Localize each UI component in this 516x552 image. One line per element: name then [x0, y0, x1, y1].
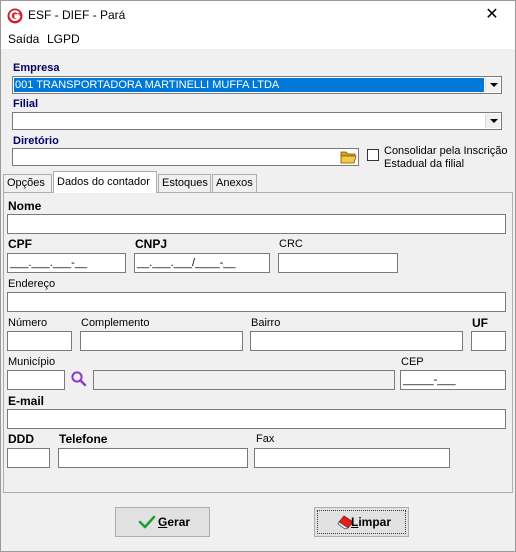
uf-label: UF [472, 316, 488, 330]
tab-opcoes[interactable]: Opções [3, 174, 52, 192]
close-icon: ✕ [485, 6, 499, 23]
nome-input[interactable] [7, 214, 506, 234]
nome-label: Nome [8, 199, 42, 213]
chevron-down-icon[interactable] [485, 78, 500, 92]
app-logo-icon [7, 8, 23, 24]
email-label: E-mail [8, 394, 45, 408]
uf-input[interactable] [471, 331, 506, 351]
cep-mask: _____-___ [403, 374, 456, 386]
tab-anexos[interactable]: Anexos [212, 174, 257, 192]
email-input[interactable] [7, 409, 506, 429]
empresa-label: Empresa [13, 62, 60, 74]
complemento-input[interactable] [80, 331, 243, 351]
menu-saida[interactable]: Saída [8, 32, 39, 46]
gerar-button[interactable]: Gerar [115, 507, 210, 537]
municipio-name-field [93, 370, 395, 390]
consolidar-label-line2: Estadual da filial [384, 158, 465, 170]
municipio-code-input[interactable] [7, 370, 65, 390]
diretorio-label: Diretório [13, 135, 59, 147]
ddd-input[interactable] [7, 448, 50, 468]
crc-label: CRC [279, 238, 303, 250]
consolidar-checkbox[interactable] [367, 149, 379, 161]
gerar-label: Gerar [158, 515, 191, 529]
limpar-label: Limpar [351, 515, 392, 529]
ddd-label: DDD [8, 432, 34, 446]
numero-label: Número [8, 317, 48, 329]
numero-input[interactable] [7, 331, 72, 351]
chevron-down-icon[interactable] [485, 114, 500, 128]
consolidar-label-line1: Consolidar pela Inscrição [384, 145, 508, 157]
cnpj-label: CNPJ [135, 237, 168, 251]
complemento-label: Complemento [81, 317, 150, 329]
fax-input[interactable] [254, 448, 450, 468]
endereco-input[interactable] [7, 292, 506, 312]
cpf-mask: ___.___.___-__ [10, 257, 88, 269]
crc-input[interactable] [278, 253, 398, 273]
cpf-input[interactable]: ___.___.___-__ [7, 253, 126, 273]
telefone-input[interactable] [58, 448, 248, 468]
search-icon[interactable] [70, 370, 88, 388]
limpar-button[interactable]: Limpar [314, 507, 409, 537]
empresa-select[interactable]: 001 TRANSPORTADORA MARTINELLI MUFFA LTDA [12, 76, 502, 94]
empresa-selected-value: 001 TRANSPORTADORA MARTINELLI MUFFA LTDA [14, 78, 484, 92]
municipio-label: Município [8, 356, 56, 368]
title-bar: ESF - DIEF - Pará ✕ [1, 1, 515, 29]
menu-bar: Saída LGPD [1, 29, 515, 49]
telefone-label: Telefone [59, 432, 108, 446]
filial-label: Filial [13, 98, 39, 110]
folder-open-icon[interactable] [340, 149, 358, 165]
cep-input[interactable]: _____-___ [400, 370, 506, 390]
cnpj-input[interactable]: __.___.___/____-__ [134, 253, 270, 273]
filial-select[interactable] [12, 112, 502, 130]
tab-dados-do-contador[interactable]: Dados do contador [53, 171, 157, 193]
diretorio-input[interactable] [12, 148, 359, 166]
bairro-label: Bairro [251, 317, 281, 329]
endereco-label: Endereço [8, 278, 56, 290]
cep-label: CEP [401, 356, 424, 368]
cnpj-mask: __.___.___/____-__ [137, 257, 236, 269]
menu-lgpd[interactable]: LGPD [47, 32, 80, 46]
window-title: ESF - DIEF - Pará [28, 8, 126, 22]
checkmark-icon [138, 515, 156, 529]
bairro-input[interactable] [250, 331, 463, 351]
cpf-label: CPF [8, 237, 32, 251]
close-button[interactable]: ✕ [469, 1, 515, 29]
fax-label: Fax [256, 433, 275, 445]
tab-estoques[interactable]: Estoques [158, 174, 211, 192]
